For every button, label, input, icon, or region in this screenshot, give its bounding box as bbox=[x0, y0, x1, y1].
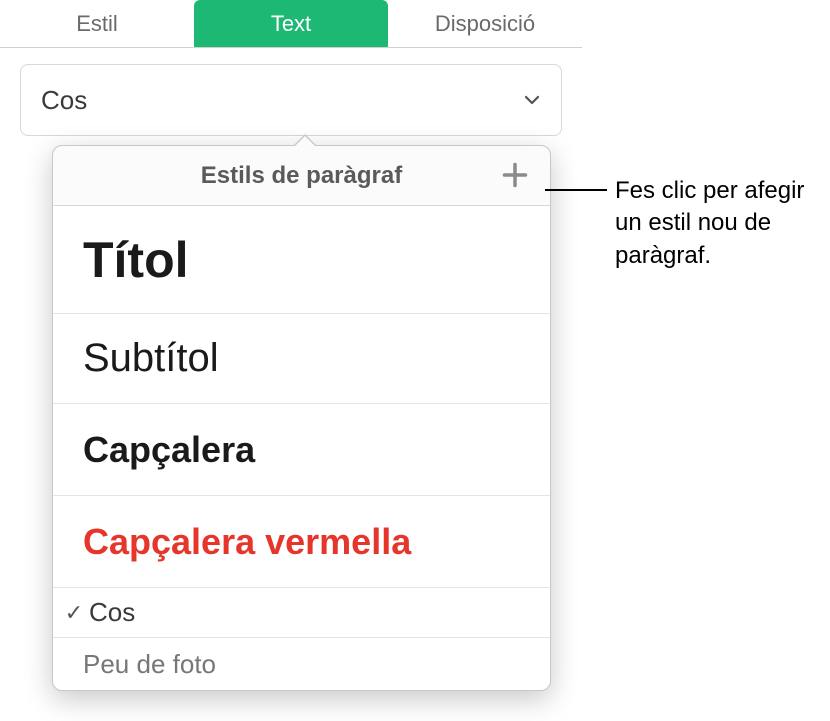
dropdown-selected-value: Cos bbox=[41, 85, 87, 116]
style-row-title[interactable]: Títol bbox=[53, 206, 550, 314]
style-label: Capçalera bbox=[83, 429, 255, 471]
popover-arrow bbox=[293, 134, 317, 146]
style-row-body[interactable]: ✓ Cos bbox=[53, 588, 550, 638]
format-tabs: Estil Text Disposició bbox=[0, 0, 582, 48]
paragraph-style-dropdown[interactable]: Cos bbox=[20, 64, 562, 136]
callout-leader-line bbox=[545, 189, 607, 191]
tab-text[interactable]: Text bbox=[194, 0, 388, 47]
plus-icon bbox=[501, 161, 529, 194]
tab-layout[interactable]: Disposició bbox=[388, 0, 582, 47]
popover-title: Estils de paràgraf bbox=[201, 162, 402, 190]
style-label: Capçalera vermella bbox=[83, 521, 411, 563]
tab-label: Text bbox=[271, 11, 311, 37]
style-label: Peu de foto bbox=[83, 649, 216, 680]
format-panel: Estil Text Disposició Cos Estils de parà… bbox=[0, 0, 582, 136]
style-row-heading-red[interactable]: Capçalera vermella bbox=[53, 496, 550, 588]
paragraph-style-list: Títol Subtítol Capçalera Capçalera verme… bbox=[53, 206, 550, 690]
callout-text: Fes clic per afegir un estil nou de parà… bbox=[615, 175, 830, 272]
popover-header: Estils de paràgraf bbox=[53, 146, 550, 206]
chevron-down-icon bbox=[523, 91, 541, 109]
callout-annotation: Fes clic per afegir un estil nou de parà… bbox=[545, 175, 830, 272]
tab-label: Disposició bbox=[435, 11, 535, 37]
style-row-subtitle[interactable]: Subtítol bbox=[53, 314, 550, 404]
style-label: Subtítol bbox=[83, 336, 219, 381]
style-label: Títol bbox=[83, 231, 189, 289]
style-row-heading[interactable]: Capçalera bbox=[53, 404, 550, 496]
checkmark-icon: ✓ bbox=[63, 600, 85, 626]
paragraph-styles-popover: Estils de paràgraf Títol Subtítol Capçal… bbox=[52, 145, 551, 691]
style-row-caption[interactable]: Peu de foto bbox=[53, 638, 550, 690]
add-style-button[interactable] bbox=[498, 160, 532, 194]
tab-style[interactable]: Estil bbox=[0, 0, 194, 47]
tab-label: Estil bbox=[76, 11, 118, 37]
style-label: Cos bbox=[89, 597, 135, 628]
